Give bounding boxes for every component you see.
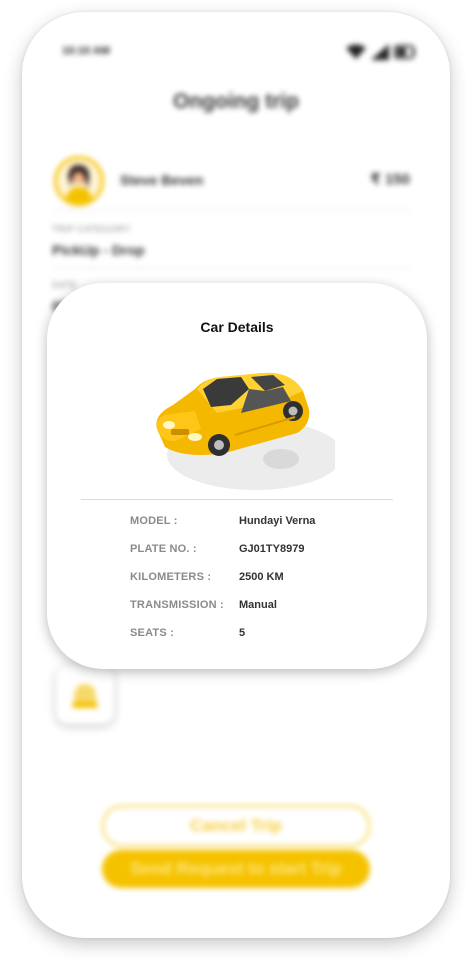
- car-illustration: [156, 372, 335, 490]
- avatar: [54, 156, 104, 206]
- status-time: 10:10 AM: [62, 45, 110, 57]
- kilometers-label: KILOMETERS :: [130, 571, 212, 583]
- modal-title: Car Details: [200, 319, 274, 335]
- page-title: Ongoing trip: [173, 90, 299, 113]
- cancel-trip-button[interactable]: Cancel Trip: [102, 805, 370, 847]
- status-bar: 10:10 AM: [62, 44, 416, 62]
- car-thumb-icon: [72, 684, 98, 708]
- send-request-button[interactable]: Send Request to start Trip: [102, 850, 370, 888]
- kilometers-value: 2500 KM: [239, 571, 284, 583]
- driver-name: Steve Beven: [120, 172, 204, 188]
- signal-icon: [371, 44, 389, 60]
- seats-value: 5: [239, 627, 246, 639]
- modal-divider: [81, 499, 393, 500]
- model-value: Hundayi Verna: [239, 515, 316, 527]
- transmission-value: Manual: [239, 599, 277, 611]
- date-label: DATE: [52, 280, 78, 290]
- transmission-label: TRANSMISSION :: [130, 599, 224, 611]
- trip-fare: ₹ 150: [370, 171, 410, 188]
- status-icons: [346, 44, 416, 60]
- model-label: MODEL :: [130, 515, 178, 527]
- wifi-icon: [346, 44, 366, 59]
- trip-category-label: TRIP CATEGORY: [52, 224, 132, 234]
- battery-icon: [394, 45, 415, 59]
- driver-row: Steve Beven ₹ 150: [52, 154, 410, 211]
- plate-label: PLATE NO. :: [130, 543, 197, 555]
- trip-category-value: PickUp - Drop: [52, 242, 145, 258]
- car-photo-thumbnail[interactable]: [56, 666, 114, 724]
- plate-value: GJ01TY8979: [239, 543, 305, 555]
- divider: [52, 268, 410, 269]
- seats-label: SEATS :: [130, 627, 174, 639]
- car-details-modal: Car Details MODEL : Hundayi Verna PLATE …: [47, 283, 427, 669]
